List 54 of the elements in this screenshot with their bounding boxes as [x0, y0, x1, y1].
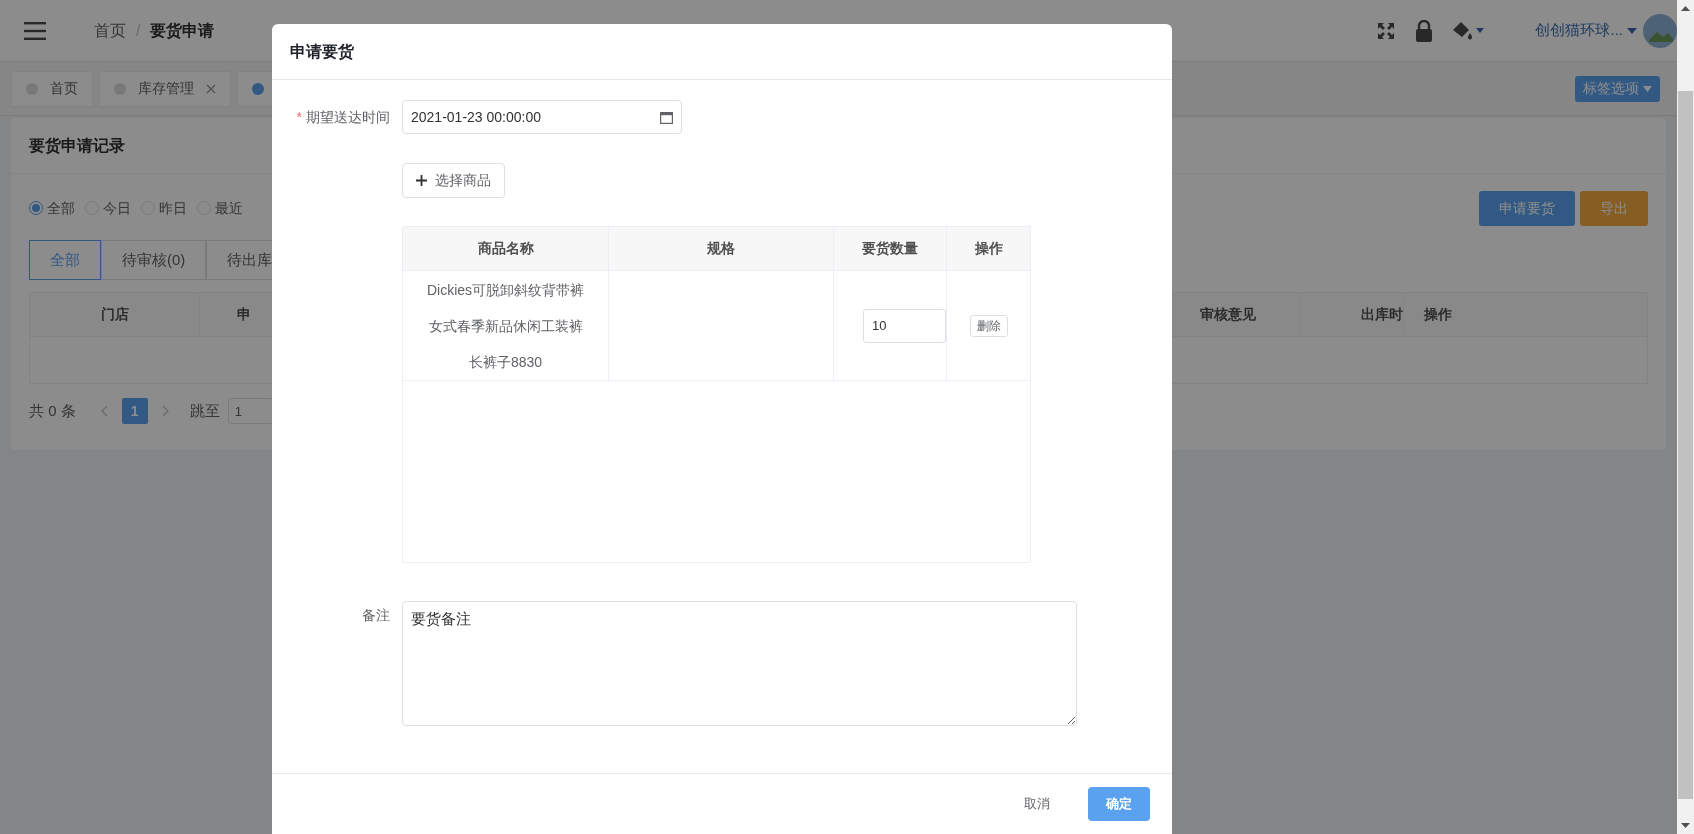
field-label: 备注: [362, 606, 390, 625]
close-icon[interactable]: [206, 83, 216, 94]
scrollbar[interactable]: [1677, 0, 1694, 834]
table-header-cell-text: 操作: [973, 239, 1004, 258]
page-tag[interactable]: 首页: [11, 70, 93, 107]
delete-button[interactable]: 删除: [969, 314, 1008, 337]
table-header-cell-text: 出库时: [1360, 305, 1403, 324]
select-products-button[interactable]: 选择商品: [402, 163, 505, 198]
table-header-cell: 操作: [1403, 293, 1647, 336]
lock-icon[interactable]: [1415, 19, 1434, 42]
caret-icon: [1643, 85, 1652, 92]
calendar-icon: [660, 110, 673, 124]
jump-label: 跳至: [189, 400, 220, 421]
paint-bucket-icon[interactable]: [1451, 20, 1486, 41]
scroll-down-icon[interactable]: [1681, 823, 1690, 828]
dialog-title: 申请要货: [290, 41, 354, 63]
action-button[interactable]: 申请要货: [1479, 190, 1575, 226]
menu-icon[interactable]: [24, 21, 46, 40]
total-count: 共 0 条: [29, 400, 76, 421]
page-number[interactable]: 1: [121, 398, 148, 424]
user-name[interactable]: 创创猫环球...: [1535, 19, 1623, 42]
product-name-line: 长裤子8830: [468, 352, 543, 372]
fullscreen-icon[interactable]: [1377, 21, 1396, 40]
breadcrumb-item[interactable]: 首页: [94, 18, 126, 43]
dialog-button[interactable]: 确定: [1088, 787, 1150, 821]
date-filter-radio[interactable]: 昨日: [141, 197, 187, 219]
breadcrumb-separator: /: [136, 20, 141, 41]
quantity-input[interactable]: 10: [863, 308, 946, 343]
required-mark: *: [296, 108, 302, 127]
table-header-cell: 规格: [609, 227, 834, 270]
plus-icon: [416, 175, 427, 186]
dialog-button[interactable]: 取消: [1006, 787, 1068, 821]
date-input[interactable]: 2021-01-23 00:00:00: [402, 100, 682, 134]
field-label: 期望送达时间: [306, 108, 390, 127]
status-tab[interactable]: 全部: [29, 240, 101, 280]
product-name-line: Dickies可脱卸斜纹背带裤: [426, 280, 585, 300]
table-header-cell: 门店: [30, 293, 200, 336]
breadcrumb-item: 要货申请: [150, 20, 215, 42]
status-tab[interactable]: 待审核(0): [101, 240, 207, 280]
date-filter-radio[interactable]: 全部: [29, 197, 75, 219]
page-tag[interactable]: 库存管理: [99, 70, 231, 107]
date-filter-radio[interactable]: 今日: [85, 197, 131, 219]
caret-icon[interactable]: [1627, 27, 1637, 34]
table-header-cell: 要货数量: [834, 227, 947, 270]
date-filter-radio[interactable]: 最近: [197, 197, 243, 219]
table-header-cell: 商品名称: [403, 227, 609, 270]
product-name-line: 女式春季新品休闲工装裤: [428, 316, 583, 336]
remark-textarea[interactable]: 要货备注: [402, 601, 1077, 726]
card-title: 要货申请记录: [29, 135, 125, 157]
tag-label: 库存管理: [138, 79, 194, 98]
tag-label: 首页: [50, 79, 78, 98]
scroll-up-icon[interactable]: [1681, 6, 1690, 11]
tag-options-button[interactable]: 标签选项: [1575, 75, 1660, 102]
table-header-cell-text: 申: [236, 305, 252, 324]
